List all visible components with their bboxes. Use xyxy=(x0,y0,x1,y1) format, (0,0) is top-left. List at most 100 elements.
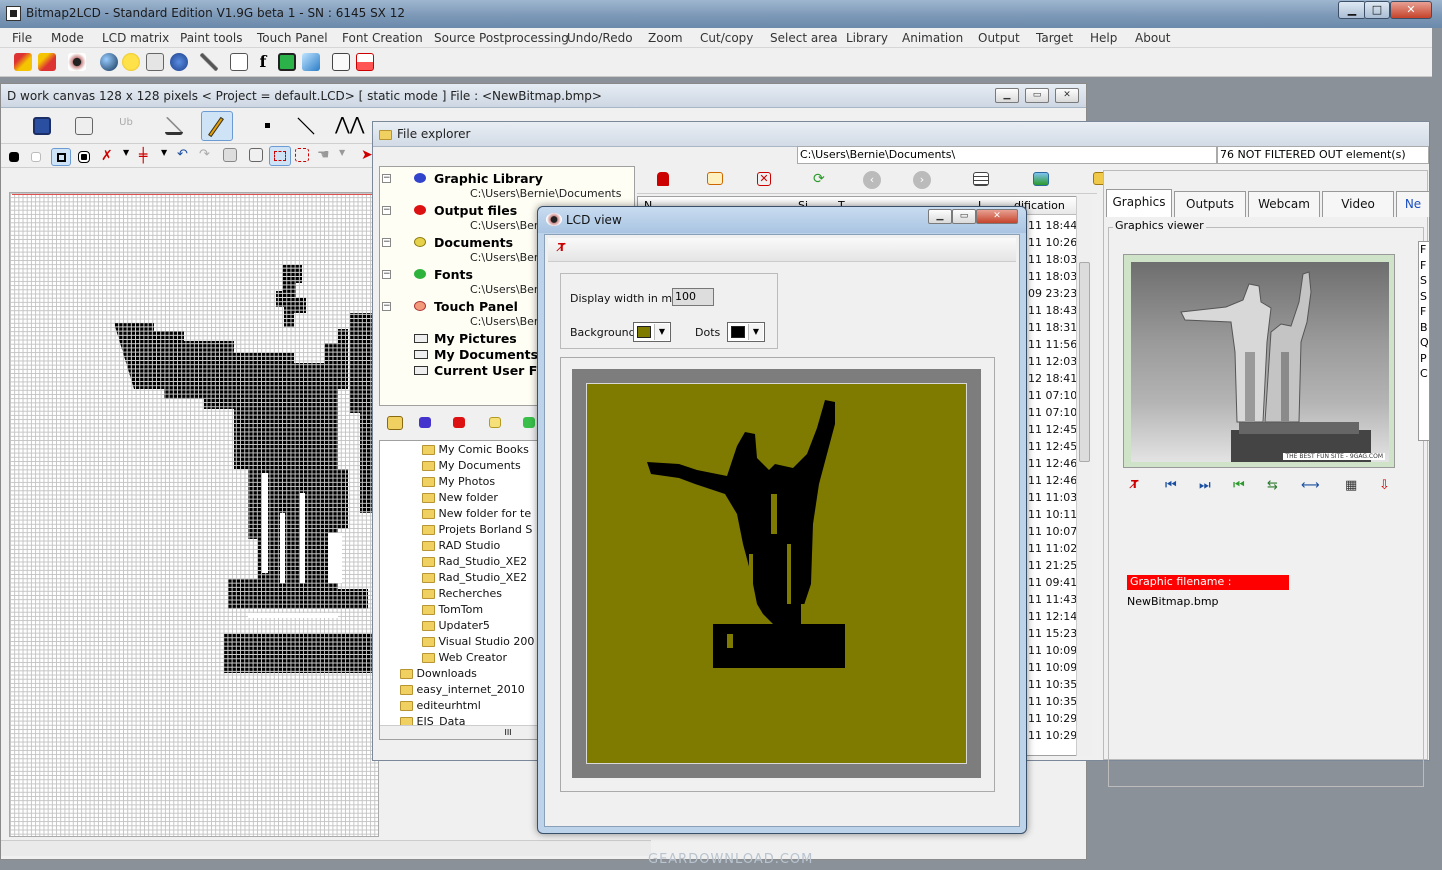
menu-touch-panel[interactable]: Touch Panel xyxy=(257,31,328,45)
gfx-first-icon[interactable]: ⏮ xyxy=(1165,478,1183,496)
file-modified-time[interactable]: 11 10:29 xyxy=(1028,729,1077,742)
menu-target[interactable]: Target xyxy=(1036,31,1073,45)
folder-up-icon[interactable] xyxy=(387,416,403,430)
file-modified-time[interactable]: 11 12:14 xyxy=(1028,610,1077,623)
frame-icon[interactable] xyxy=(249,148,263,162)
file-modified-time[interactable]: 11 09:41 xyxy=(1028,576,1077,589)
menu-zoom[interactable]: Zoom xyxy=(648,31,683,45)
file-modified-time[interactable]: 11 18:03 xyxy=(1028,253,1077,266)
delete-icon[interactable]: ✕ xyxy=(757,172,771,186)
file-modified-time[interactable]: 11 21:25 xyxy=(1028,559,1077,572)
cross-pen-icon[interactable]: ✗ xyxy=(101,148,119,166)
dots-color-select[interactable]: ▼ xyxy=(727,322,765,342)
file-modified-time[interactable]: 11 11:02 xyxy=(1028,542,1077,555)
folder-item[interactable]: My Documents xyxy=(422,459,521,475)
file-modified-time[interactable]: 11 11:43 xyxy=(1028,593,1077,606)
select-icon[interactable] xyxy=(269,146,291,166)
file-modified-time[interactable]: 11 10:09 xyxy=(1028,661,1077,674)
wizard-icon[interactable] xyxy=(14,53,32,71)
file-modified-time[interactable]: 11 12:46 xyxy=(1028,457,1077,470)
load-icon[interactable] xyxy=(75,117,93,135)
hand-icon[interactable]: ☚ xyxy=(317,147,335,165)
gfx-fit-icon[interactable]: ⇆ xyxy=(1267,478,1285,496)
file-modified-time[interactable]: 11 11:03 xyxy=(1028,491,1077,504)
file-modified-time[interactable]: 11 10:35 xyxy=(1028,678,1077,691)
folder-item[interactable]: Downloads xyxy=(400,667,477,683)
smiley-icon[interactable] xyxy=(122,53,140,71)
refresh-icon[interactable]: ⟳ xyxy=(813,171,831,189)
tab-new[interactable]: Ne xyxy=(1396,191,1430,217)
menu-lcd-matrix[interactable]: LCD matrix xyxy=(102,31,169,45)
menu-output[interactable]: Output xyxy=(978,31,1020,45)
forward-icon[interactable]: › xyxy=(913,171,931,189)
back-icon[interactable]: ‹ xyxy=(863,171,881,189)
canvas-minimize-button[interactable]: ▁ xyxy=(995,88,1019,103)
file-modified-time[interactable]: 11 10:07 xyxy=(1028,525,1077,538)
gfx-grid-icon[interactable]: ▦ xyxy=(1345,478,1363,496)
menu-select-area[interactable]: Select area xyxy=(770,31,838,45)
file-modified-time[interactable]: 11 10:26 xyxy=(1028,236,1077,249)
menu-animation[interactable]: Animation xyxy=(902,31,963,45)
folder-item[interactable]: Rad_Studio_XE2 xyxy=(422,571,527,587)
file-list-scrollbar[interactable] xyxy=(1076,196,1092,756)
file-modified-time[interactable]: 11 18:44 xyxy=(1028,219,1077,232)
menu-paint-tools[interactable]: Paint tools xyxy=(180,31,242,45)
folder-green-icon[interactable] xyxy=(523,417,535,428)
file-modified-time[interactable]: 11 10:09 xyxy=(1028,644,1077,657)
wizard-alt-icon[interactable] xyxy=(38,53,56,71)
menu-file[interactable]: File xyxy=(12,31,32,45)
file-modified-time[interactable]: 11 18:03 xyxy=(1028,270,1077,283)
file-modified-time[interactable]: 11 10:11 xyxy=(1028,508,1077,521)
touch-panel-icon[interactable] xyxy=(230,53,248,71)
gfx-export-icon[interactable]: ⇩ xyxy=(1379,478,1397,496)
menu-about[interactable]: About xyxy=(1135,31,1170,45)
select-alt-icon[interactable] xyxy=(295,148,309,162)
file-modified-time[interactable]: 11 10:29 xyxy=(1028,712,1077,725)
close-button[interactable]: ✕ xyxy=(1390,1,1432,19)
undo-icon[interactable]: ↶ xyxy=(177,147,195,165)
black-color-icon[interactable] xyxy=(9,152,19,162)
lcd-minimize-button[interactable]: ▁ xyxy=(928,209,952,224)
menu-cut-copy[interactable]: Cut/copy xyxy=(700,31,753,45)
folder-item[interactable]: editeurhtml xyxy=(400,699,481,715)
display-width-input[interactable]: 100 xyxy=(672,288,714,306)
clear-icon[interactable] xyxy=(223,148,237,162)
gfx-nav-icon[interactable]: T̸ xyxy=(1131,478,1149,496)
lcd-settings-icon[interactable]: T̸ xyxy=(558,241,576,259)
tab-outputs[interactable]: Outputs xyxy=(1174,191,1246,217)
file-modified-time[interactable]: 11 12:45 xyxy=(1028,423,1077,436)
canvas-restore-button[interactable]: ▭ xyxy=(1025,88,1049,103)
folder-item[interactable]: Web Creator xyxy=(422,651,507,667)
file-modified-time[interactable]: 11 12:46 xyxy=(1028,474,1077,487)
menu-source-postprocessing[interactable]: Source Postprocessing xyxy=(434,31,569,45)
font-icon[interactable]: f xyxy=(254,53,272,71)
menu-undo-redo[interactable]: Undo/Redo xyxy=(567,31,633,45)
gfx-next-icon[interactable]: ⏭ xyxy=(1199,478,1217,496)
white-color-icon[interactable] xyxy=(31,152,41,162)
tab-graphics[interactable]: Graphics xyxy=(1106,189,1172,217)
rect-outline-icon[interactable] xyxy=(51,148,71,166)
folder-item[interactable]: Rad_Studio_XE2 xyxy=(422,555,527,571)
folder-red-icon[interactable] xyxy=(453,417,465,428)
canvas-horizontal-scrollbar[interactable] xyxy=(1,840,651,856)
image-view-icon[interactable] xyxy=(1033,172,1049,186)
folder-item[interactable]: Projets Borland S xyxy=(422,523,532,539)
save-icon[interactable] xyxy=(33,117,51,135)
layout-icon[interactable] xyxy=(332,53,350,71)
folder-item[interactable]: TomTom xyxy=(422,603,483,619)
printer-icon[interactable] xyxy=(146,53,164,71)
lcd-close-button[interactable]: ✕ xyxy=(976,209,1018,224)
lock-icon[interactable] xyxy=(657,172,669,186)
pencil-tool-icon[interactable] xyxy=(201,111,233,141)
hand-dropdown-icon[interactable]: ▼ xyxy=(339,148,357,166)
chart-icon[interactable] xyxy=(302,53,320,71)
grid-view-icon[interactable] xyxy=(973,172,989,186)
maximize-button[interactable]: □ xyxy=(1364,1,1390,19)
folder-item[interactable]: My Photos xyxy=(422,475,495,491)
file-modified-time[interactable]: 12 18:41 xyxy=(1028,372,1077,385)
help-icon[interactable] xyxy=(170,53,188,71)
mail-icon[interactable] xyxy=(707,172,723,185)
canvas-close-button[interactable]: ✕ xyxy=(1055,88,1079,103)
folder-blue-icon[interactable] xyxy=(419,417,431,428)
file-modified-time[interactable]: 09 23:23 xyxy=(1028,287,1077,300)
